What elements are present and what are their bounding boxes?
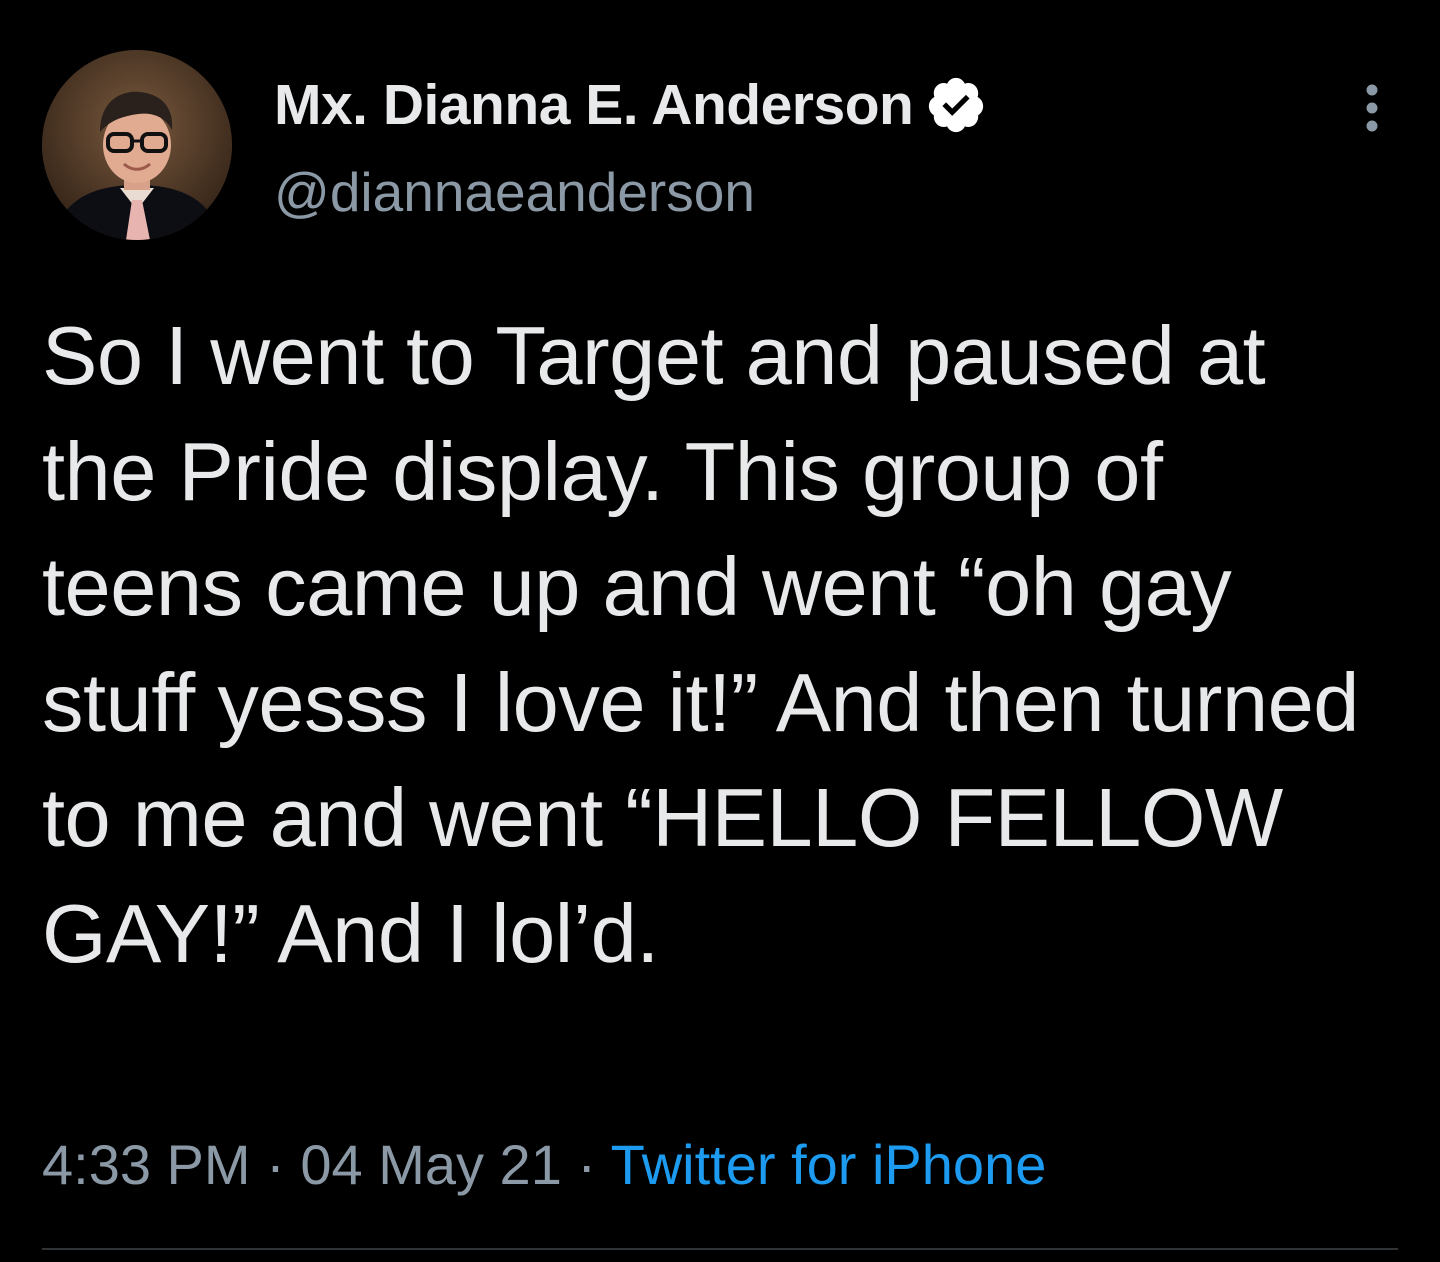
divider <box>42 1248 1398 1250</box>
meta-separator: · <box>577 1133 597 1196</box>
verified-badge-icon <box>925 74 987 136</box>
tweet-time[interactable]: 4:33 PM <box>42 1133 251 1196</box>
tweet-date[interactable]: 04 May 21 <box>300 1133 562 1196</box>
author-handle[interactable]: @diannaeanderson <box>274 160 755 224</box>
avatar[interactable] <box>42 50 232 240</box>
tweet-text: So I went to Target and paused at the Pr… <box>42 309 1359 980</box>
tweet-meta: 4:33 PM · 04 May 21 · Twitter for iPhone <box>42 1132 1046 1197</box>
author-display-name[interactable]: Mx. Dianna E. Anderson <box>274 72 914 138</box>
meta-separator: · <box>266 1133 285 1196</box>
tweet-detail: Mx. Dianna E. Anderson @diannaeanderson … <box>0 0 1440 1262</box>
author-name-row[interactable]: Mx. Dianna E. Anderson <box>274 70 987 140</box>
avatar-photo <box>42 50 232 240</box>
tweet-source-link[interactable]: Twitter for iPhone <box>611 1133 1047 1196</box>
more-vertical-icon[interactable] <box>1352 80 1392 136</box>
